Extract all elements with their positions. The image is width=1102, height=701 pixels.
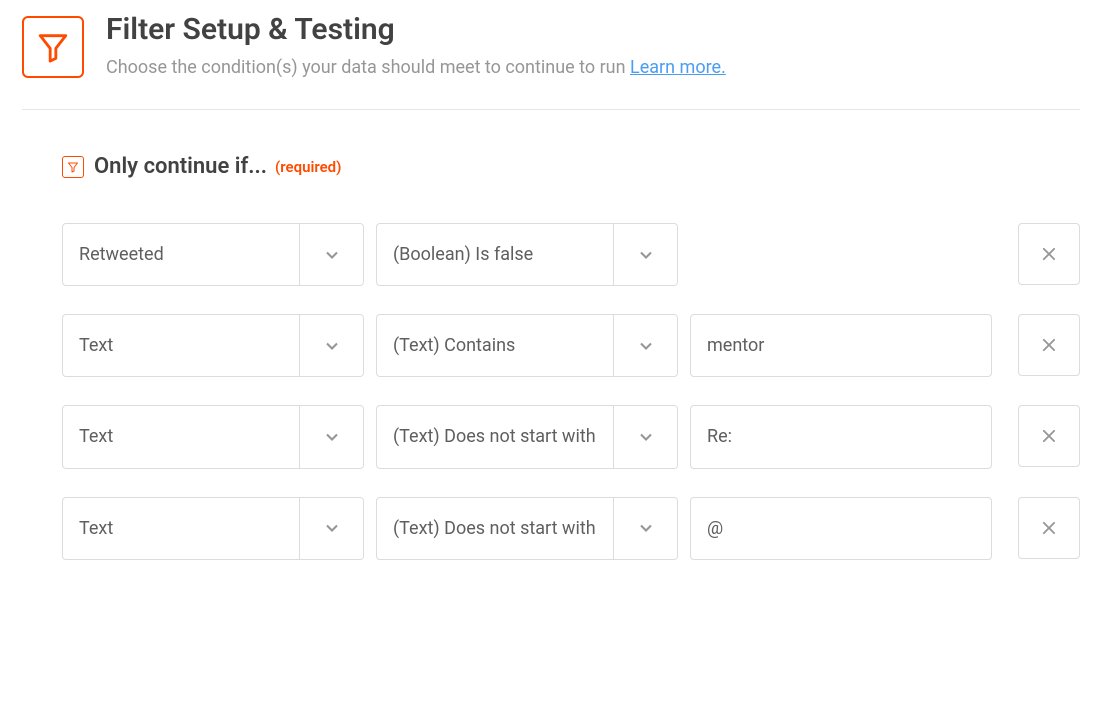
learn-more-link[interactable]: Learn more. <box>630 57 726 78</box>
rule-subject-select[interactable]: Retweeted <box>62 223 364 286</box>
page-subtitle: Choose the condition(s) your data should… <box>106 54 1080 81</box>
rule-condition-value: (Text) Contains <box>377 315 613 376</box>
remove-rule-button[interactable] <box>1018 223 1080 285</box>
rule-row: Text (Text) Contains mentor <box>62 314 1080 377</box>
rule-value-text: @ <box>691 498 991 559</box>
subtitle-text: Choose the condition(s) your data should… <box>106 57 630 78</box>
rule-subject-select[interactable]: Text <box>62 405 364 468</box>
rule-value-text: mentor <box>691 315 991 376</box>
header-text-block: Filter Setup & Testing Choose the condit… <box>106 10 1080 81</box>
content-area: Only continue if... (required) Retweeted… <box>22 110 1080 560</box>
chevron-down-icon[interactable] <box>613 315 677 376</box>
rule-value-input[interactable]: mentor <box>690 314 992 377</box>
remove-rule-button[interactable] <box>1018 497 1080 559</box>
rule-condition-select[interactable]: (Text) Contains <box>376 314 678 377</box>
chevron-down-icon[interactable] <box>613 224 677 285</box>
chevron-down-icon[interactable] <box>299 315 363 376</box>
rule-value-input[interactable]: Re: <box>690 405 992 468</box>
section-funnel-icon <box>62 156 84 178</box>
page-title: Filter Setup & Testing <box>106 12 1080 48</box>
rule-row: Text (Text) Does not start with Re: <box>62 405 1080 468</box>
chevron-down-icon[interactable] <box>299 498 363 559</box>
page-header: Filter Setup & Testing Choose the condit… <box>22 10 1080 110</box>
rule-condition-select[interactable]: (Text) Does not start with <box>376 405 678 468</box>
filter-app-icon <box>22 16 84 78</box>
rule-subject-value: Text <box>63 315 299 376</box>
chevron-down-icon[interactable] <box>299 406 363 467</box>
rule-value-input[interactable]: @ <box>690 497 992 560</box>
remove-rule-button[interactable] <box>1018 314 1080 376</box>
rule-condition-value: (Text) Does not start with <box>377 498 613 559</box>
rule-row: Retweeted (Boolean) Is false <box>62 223 1080 286</box>
chevron-down-icon[interactable] <box>613 498 677 559</box>
close-icon <box>1038 243 1060 265</box>
rule-subject-select[interactable]: Text <box>62 314 364 377</box>
close-icon <box>1038 517 1060 539</box>
remove-rule-button[interactable] <box>1018 405 1080 467</box>
rule-row: Text (Text) Does not start with @ <box>62 497 1080 560</box>
rule-subject-value: Retweeted <box>63 224 299 285</box>
rule-subject-value: Text <box>63 498 299 559</box>
close-icon <box>1038 425 1060 447</box>
rule-value-text: Re: <box>691 406 991 467</box>
rule-condition-select[interactable]: (Text) Does not start with <box>376 497 678 560</box>
close-icon <box>1038 334 1060 356</box>
chevron-down-icon[interactable] <box>299 224 363 285</box>
rule-subject-value: Text <box>63 406 299 467</box>
rule-condition-value: (Boolean) Is false <box>377 224 613 285</box>
rules-list: Retweeted (Boolean) Is false <box>62 223 1080 560</box>
section-heading: Only continue if... (required) <box>62 154 1080 179</box>
section-heading-text: Only continue if... <box>94 154 267 179</box>
chevron-down-icon[interactable] <box>613 406 677 467</box>
rule-condition-value: (Text) Does not start with <box>377 406 613 467</box>
funnel-icon <box>36 30 70 64</box>
required-label: (required) <box>275 158 341 176</box>
rule-subject-select[interactable]: Text <box>62 497 364 560</box>
rule-condition-select[interactable]: (Boolean) Is false <box>376 223 678 286</box>
